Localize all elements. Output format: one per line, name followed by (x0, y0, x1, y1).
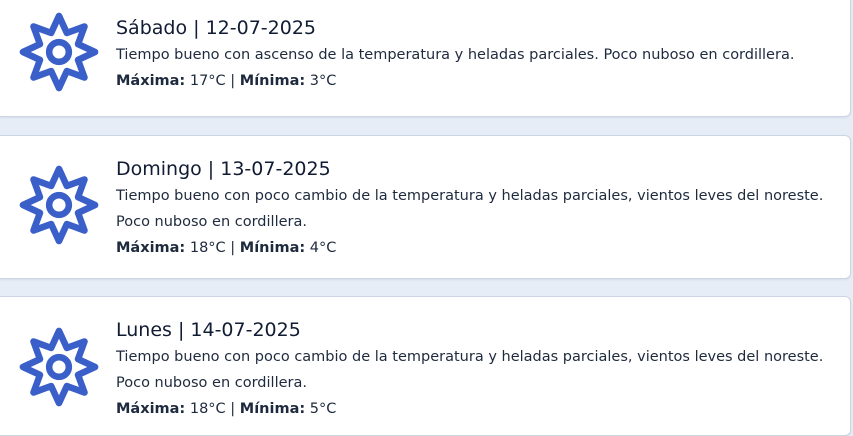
forecast-temperatures: Máxima: 18°C | Mínima: 4°C (116, 238, 838, 258)
min-label: Mínima: (239, 240, 306, 256)
max-label: Máxima: (116, 73, 186, 89)
max-value: 18°C (189, 401, 226, 417)
temp-separator: | (230, 73, 236, 89)
forecast-card: Lunes | 14-07-2025 Tiempo bueno con poco… (0, 296, 851, 436)
forecast-temperatures: Máxima: 17°C | Mínima: 3°C (116, 71, 838, 91)
forecast-card: Sábado | 12-07-2025 Tiempo bueno con asc… (0, 0, 851, 117)
forecast-description: Tiempo bueno con poco cambio de la tempe… (116, 188, 824, 230)
temp-separator: | (230, 240, 236, 256)
forecast-temperatures: Máxima: 18°C | Mínima: 5°C (116, 399, 838, 419)
max-value: 18°C (189, 240, 226, 256)
forecast-title: Domingo | 13-07-2025 (116, 158, 331, 180)
gear-icon (18, 326, 100, 408)
max-value: 17°C (189, 73, 226, 89)
gear-icon (18, 164, 100, 246)
max-label: Máxima: (116, 401, 186, 417)
min-value: 5°C (309, 401, 337, 417)
forecast-title: Sábado | 12-07-2025 (116, 17, 316, 39)
max-label: Máxima: (116, 240, 186, 256)
min-label: Mínima: (239, 73, 306, 89)
forecast-description: Tiempo bueno con ascenso de la temperatu… (116, 47, 795, 63)
temp-separator: | (230, 401, 236, 417)
forecast-card: Domingo | 13-07-2025 Tiempo bueno con po… (0, 135, 851, 279)
forecast-title: Lunes | 14-07-2025 (116, 319, 301, 341)
min-label: Mínima: (239, 401, 306, 417)
gear-icon (18, 11, 100, 93)
min-value: 4°C (309, 240, 337, 256)
forecast-description: Tiempo bueno con poco cambio de la tempe… (116, 349, 824, 391)
min-value: 3°C (309, 73, 337, 89)
